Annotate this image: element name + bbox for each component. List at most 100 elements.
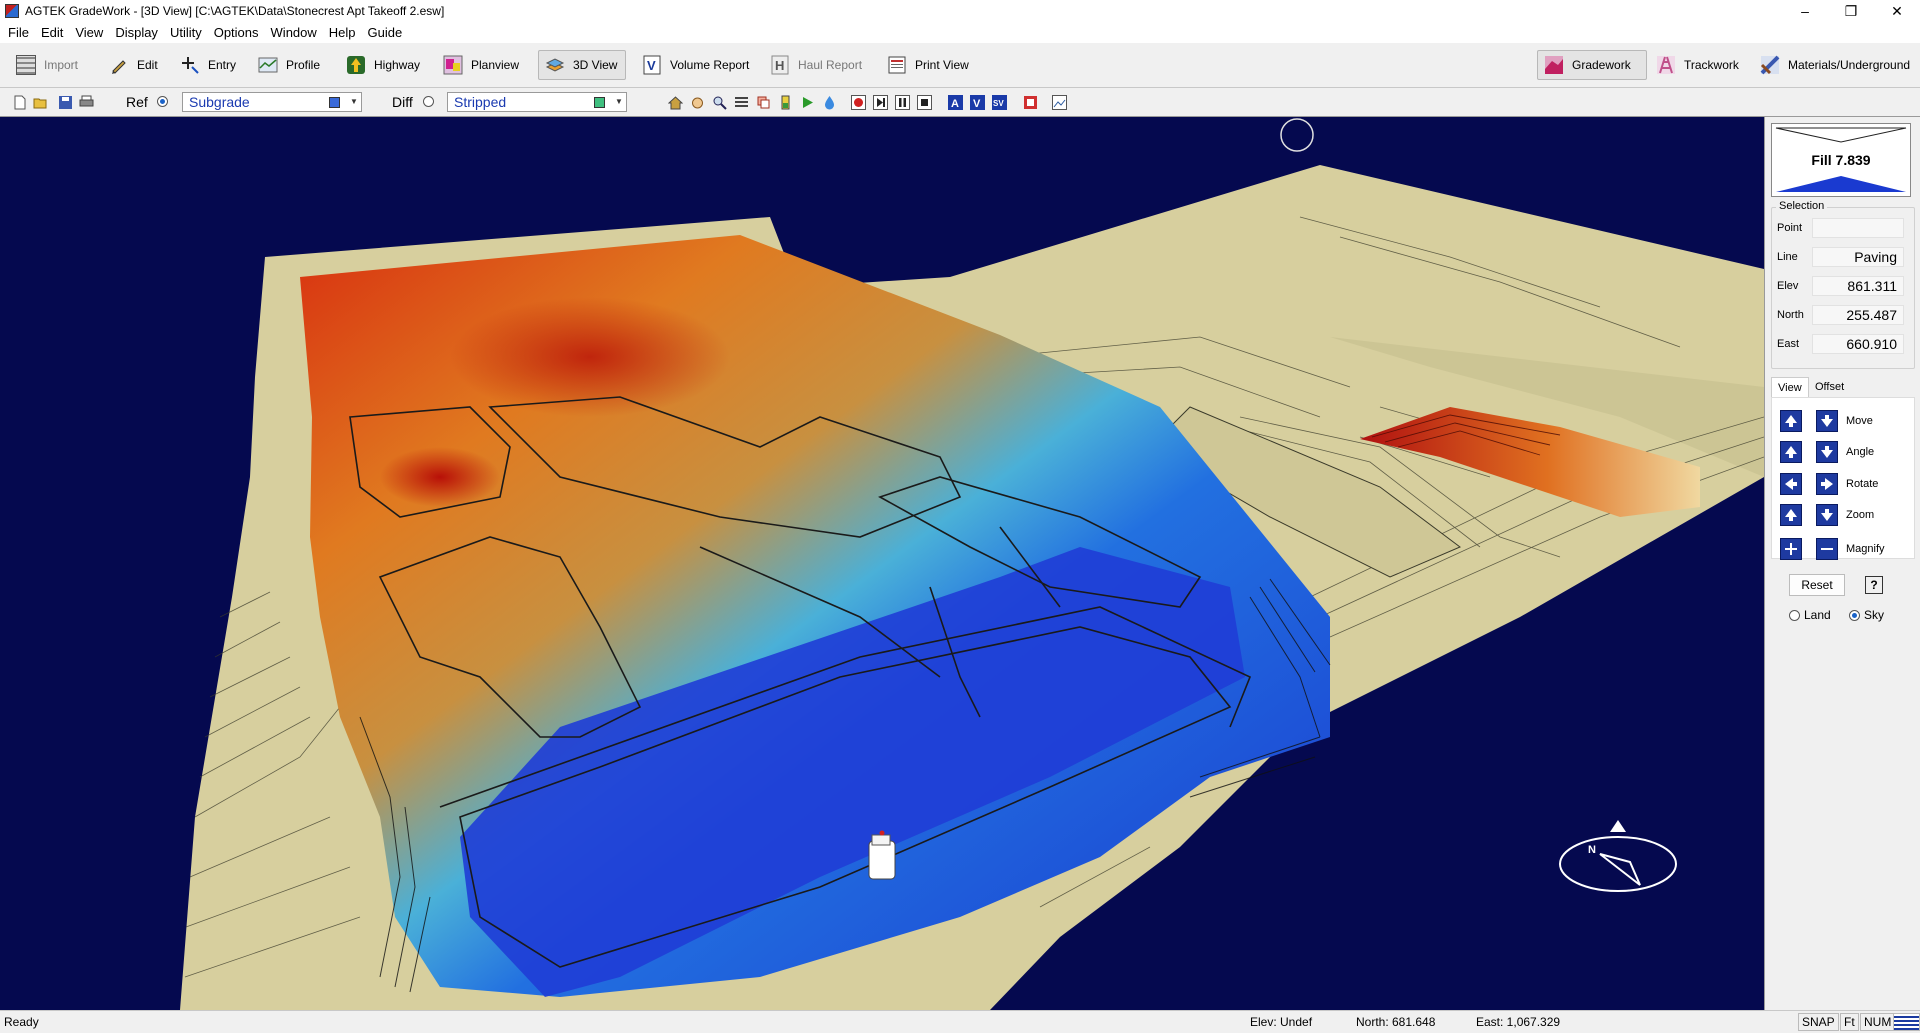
crosshair-entry-icon: [180, 55, 200, 75]
menu-options[interactable]: Options: [208, 25, 265, 40]
east-value: 660.910: [1812, 334, 1904, 354]
move-label: Move: [1846, 415, 1873, 427]
trackwork-mode-button[interactable]: Trackwork: [1650, 50, 1745, 80]
fill-value: Fill 7.839: [1811, 152, 1871, 168]
step-forward-icon[interactable]: [873, 95, 888, 110]
image-export-icon[interactable]: [1052, 95, 1067, 110]
sky-radio[interactable]: [1849, 610, 1860, 621]
move-down-button[interactable]: [1816, 410, 1838, 432]
new-file-icon[interactable]: [12, 95, 27, 110]
planview-icon: [443, 55, 463, 75]
rotate-left-button[interactable]: [1780, 473, 1802, 495]
menu-window[interactable]: Window: [265, 25, 323, 40]
view-tabs: View Offset: [1771, 377, 1913, 398]
menu-view[interactable]: View: [69, 25, 109, 40]
rotate-control: Rotate: [1780, 473, 1910, 497]
zoom-search-icon[interactable]: [712, 95, 727, 110]
water-drop-icon[interactable]: [822, 95, 837, 110]
copy-icon[interactable]: [756, 95, 771, 110]
sv-tool-icon[interactable]: SV: [992, 95, 1007, 110]
layers-icon[interactable]: [734, 95, 749, 110]
save-icon[interactable]: [58, 95, 73, 110]
angle-down-button[interactable]: [1816, 441, 1838, 463]
open-folder-icon[interactable]: [33, 95, 48, 110]
delete-red-icon[interactable]: [1023, 95, 1038, 110]
status-bar: Ready Elev: Undef North: 681.648 East: 1…: [0, 1010, 1920, 1033]
haul-report-icon: H: [770, 55, 790, 75]
volume-report-button[interactable]: V Volume Report: [636, 50, 755, 80]
status-ready: Ready: [4, 1015, 39, 1029]
print-icon[interactable]: [79, 95, 94, 110]
menu-guide[interactable]: Guide: [362, 25, 409, 40]
svg-text:V: V: [973, 98, 981, 110]
move-up-button[interactable]: [1780, 410, 1802, 432]
compass-icon[interactable]: N: [1559, 820, 1677, 892]
pencil-icon: [109, 55, 129, 75]
pause-icon[interactable]: [895, 95, 910, 110]
pan-hand-icon[interactable]: [690, 95, 705, 110]
ref-surface-select[interactable]: Subgrade ▼: [182, 92, 362, 112]
haul-report-button[interactable]: H Haul Report: [764, 50, 868, 80]
help-button[interactable]: ?: [1865, 576, 1883, 594]
status-east: East: 1,067.329: [1476, 1015, 1561, 1029]
line-row: Line Paving: [1772, 245, 1912, 269]
diff-radio[interactable]: [423, 96, 434, 107]
elev-row: Elev 861.311: [1772, 274, 1912, 298]
svg-text:H: H: [775, 58, 784, 73]
3d-view-button[interactable]: 3D View: [538, 50, 626, 80]
a-tool-icon[interactable]: A: [948, 95, 963, 110]
home-icon[interactable]: [667, 95, 684, 110]
side-panel: Fill 7.839 Selection Point Line Paving E…: [1764, 117, 1920, 1010]
highway-button[interactable]: Highway: [340, 50, 426, 80]
stop-icon[interactable]: [917, 95, 932, 110]
menu-file[interactable]: File: [0, 25, 35, 40]
magnify-minus-button[interactable]: [1816, 538, 1838, 560]
surface-toolbar: Ref Subgrade ▼ Diff Stripped ▼ A V SV: [0, 88, 1920, 117]
angle-up-button[interactable]: [1780, 441, 1802, 463]
tab-offset[interactable]: Offset: [1809, 377, 1850, 397]
land-radio[interactable]: [1789, 610, 1800, 621]
status-units: Ft: [1840, 1013, 1859, 1031]
status-snap: SNAP: [1798, 1013, 1839, 1031]
magnify-plus-button[interactable]: [1780, 538, 1802, 560]
angle-label: Angle: [1846, 446, 1875, 458]
point-value: [1812, 218, 1904, 238]
zoom-in-button[interactable]: [1780, 504, 1802, 526]
3d-viewport[interactable]: N: [0, 117, 1764, 1010]
tab-view[interactable]: View: [1771, 377, 1809, 398]
ref-radio[interactable]: [157, 96, 168, 107]
menu-display[interactable]: Display: [109, 25, 164, 40]
zoom-out-button[interactable]: [1816, 504, 1838, 526]
profile-icon: [258, 55, 278, 75]
menu-utility[interactable]: Utility: [164, 25, 208, 40]
menu-help[interactable]: Help: [323, 25, 362, 40]
gradework-mode-button[interactable]: Gradework: [1537, 50, 1647, 80]
rotate-right-button[interactable]: [1816, 473, 1838, 495]
svg-text:A: A: [951, 98, 959, 110]
move-control: Move: [1780, 410, 1910, 434]
record-icon[interactable]: [851, 95, 866, 110]
gauge-icon[interactable]: [778, 95, 793, 110]
print-view-button[interactable]: Print View: [881, 50, 975, 80]
selection-title: Selection: [1776, 200, 1828, 212]
import-button[interactable]: Import: [10, 50, 84, 80]
entry-button[interactable]: Entry: [174, 50, 242, 80]
grid-import-icon: [16, 55, 36, 75]
v-tool-icon[interactable]: V: [970, 95, 985, 110]
menu-edit[interactable]: Edit: [35, 25, 69, 40]
profile-button[interactable]: Profile: [252, 50, 326, 80]
materials-icon: [1760, 55, 1780, 75]
chevron-down-icon: ▼: [350, 97, 358, 106]
restore-button[interactable]: ❐: [1828, 0, 1874, 22]
selection-group: Selection Point Line Paving Elev 861.311…: [1771, 200, 1915, 369]
materials-underground-mode-button[interactable]: Materials/Underground: [1754, 50, 1916, 80]
zoom-control: Zoom: [1780, 504, 1910, 528]
minimize-button[interactable]: –: [1782, 0, 1828, 22]
edit-button[interactable]: Edit: [103, 50, 164, 80]
close-button[interactable]: ✕: [1874, 0, 1920, 22]
planview-button[interactable]: Planview: [437, 50, 525, 80]
diff-surface-select[interactable]: Stripped ▼: [447, 92, 627, 112]
reset-button[interactable]: Reset: [1789, 574, 1845, 596]
status-indicator-icon: [1893, 1013, 1920, 1031]
play-icon[interactable]: [800, 95, 815, 110]
